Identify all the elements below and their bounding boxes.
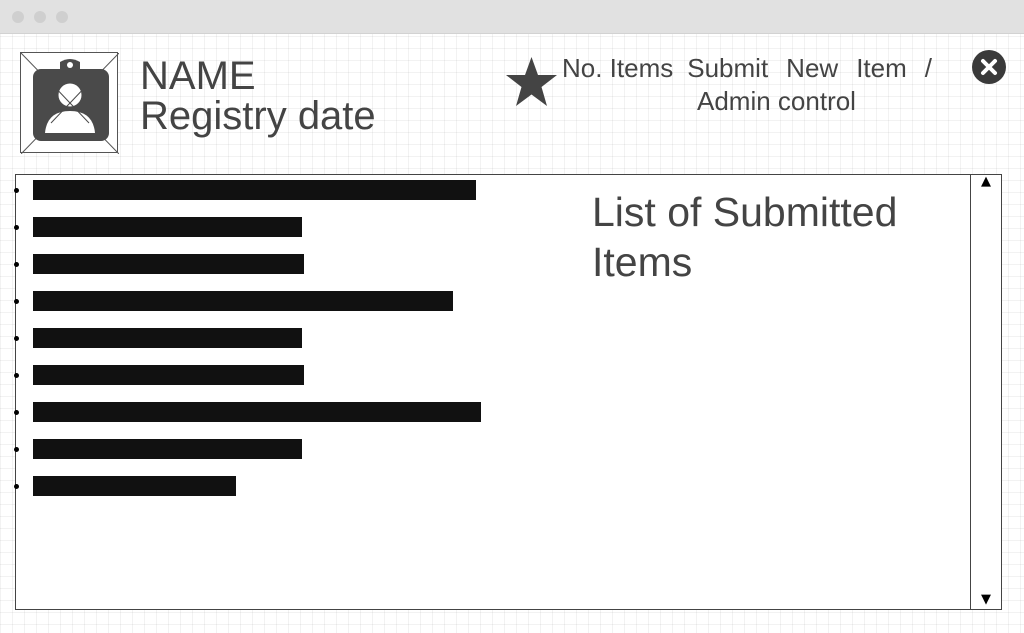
scroll-up-arrow-icon[interactable]: ▲ xyxy=(979,175,993,189)
bullet-icon xyxy=(14,225,19,230)
bullet-icon xyxy=(14,484,19,489)
vertical-scrollbar[interactable]: ▲ ▼ xyxy=(970,174,1002,610)
nav-new-link[interactable]: New xyxy=(786,52,838,85)
nav-submit-link[interactable]: Submit xyxy=(687,52,768,85)
nav-no-items-link[interactable]: No. Items xyxy=(562,52,673,85)
redacted-text xyxy=(33,365,304,385)
redacted-text xyxy=(33,217,302,237)
nav-separator: / xyxy=(924,53,932,83)
redacted-text xyxy=(33,402,481,422)
profile-name: NAME xyxy=(140,54,256,98)
star-icon[interactable] xyxy=(504,55,559,110)
window-close-dot[interactable] xyxy=(12,11,24,23)
bullet-icon xyxy=(14,410,19,415)
redacted-text xyxy=(33,476,236,496)
bullet-icon xyxy=(14,188,19,193)
nav-admin-control-link[interactable]: Admin control xyxy=(697,85,856,118)
redacted-text xyxy=(33,291,453,311)
redacted-text xyxy=(33,439,302,459)
redacted-text xyxy=(33,254,304,274)
window-minimize-dot[interactable] xyxy=(34,11,46,23)
bullet-icon xyxy=(14,299,19,304)
window-maximize-dot[interactable] xyxy=(56,11,68,23)
list-title: List of Submitted Items xyxy=(592,189,898,285)
redacted-text xyxy=(33,180,476,200)
bullet-icon xyxy=(14,373,19,378)
registry-date: Registry date xyxy=(140,94,376,138)
nav-line-bottom: Admin control xyxy=(562,85,962,118)
bullet-icon xyxy=(14,336,19,341)
window-titlebar xyxy=(0,0,1024,34)
bullet-icon xyxy=(14,447,19,452)
bullet-icon xyxy=(14,262,19,267)
submitted-items-panel: List of Submitted Items ▲ ▼ xyxy=(14,174,1002,610)
id-badge-user-icon xyxy=(21,53,119,154)
profile-avatar xyxy=(20,52,119,154)
close-icon xyxy=(981,59,997,75)
nav-line-top: No. Items Submit New Item / xyxy=(562,52,962,85)
redacted-text xyxy=(33,328,302,348)
close-button[interactable] xyxy=(972,50,1006,84)
header-nav: No. Items Submit New Item / Admin contro… xyxy=(562,52,962,118)
nav-item-link[interactable]: Item xyxy=(856,52,907,85)
scroll-down-arrow-icon[interactable]: ▼ xyxy=(979,593,993,607)
